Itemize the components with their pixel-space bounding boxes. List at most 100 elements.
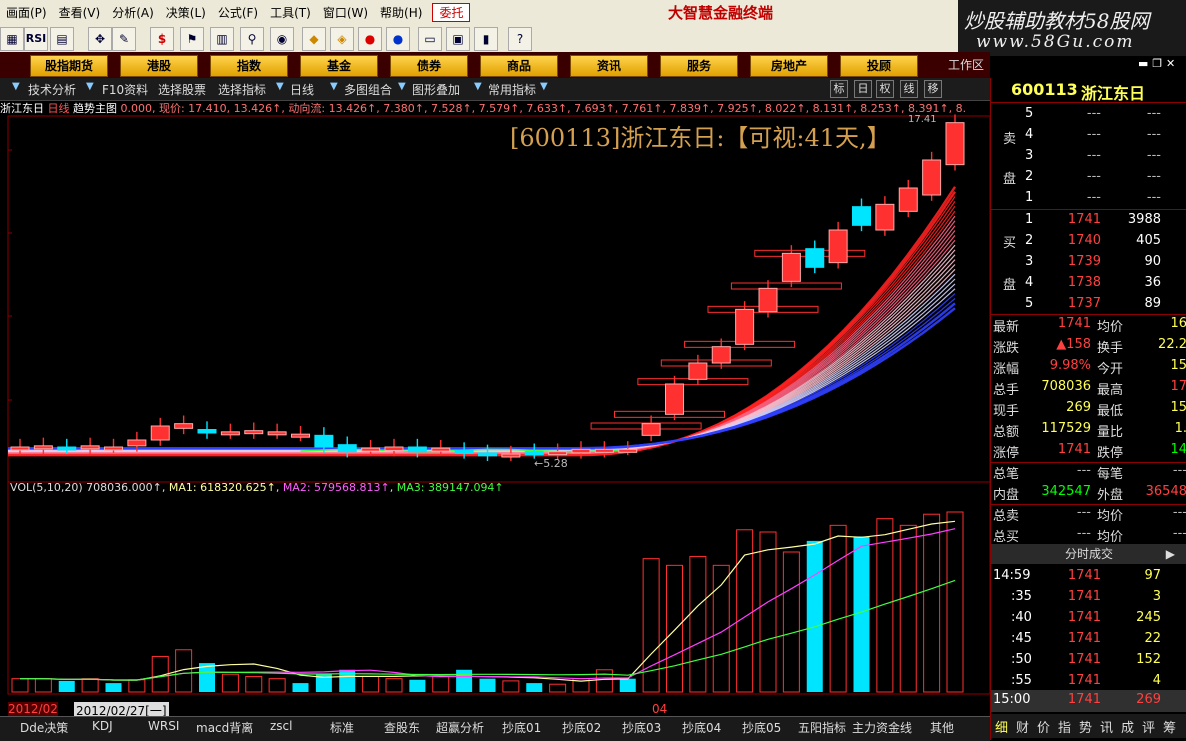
pen-icon[interactable]: ✎ — [112, 27, 136, 51]
menu-item-7[interactable]: 帮助(H) — [374, 4, 428, 21]
quote-tab-0[interactable]: 细 — [995, 717, 1008, 736]
category-button-2[interactable]: 指数 — [210, 55, 288, 77]
stat-value: 1741 — [1057, 442, 1091, 457]
dropdown-arrow-icon[interactable]: ▼ — [12, 81, 20, 92]
dropdown-arrow-icon[interactable]: ▼ — [86, 81, 94, 92]
calc-icon[interactable]: ▤ — [50, 27, 74, 51]
red-icon[interactable]: ● — [358, 27, 382, 51]
menu-item-5[interactable]: 工具(T) — [264, 4, 317, 21]
tick-volume: 4 — [1152, 673, 1161, 688]
menu-item-4[interactable]: 公式(F) — [212, 4, 264, 21]
quote-tab-3[interactable]: 指 — [1058, 717, 1071, 736]
tick-volume: 152 — [1136, 652, 1161, 667]
quote-tab-5[interactable]: 讯 — [1100, 717, 1113, 736]
menu-item-3[interactable]: 决策(L) — [160, 4, 212, 21]
candle-body — [337, 444, 357, 453]
subbar-item-0[interactable]: 技术分析 — [28, 81, 76, 98]
subbar-item-6[interactable]: 图形叠加 — [412, 81, 460, 98]
ma-line — [8, 210, 956, 455]
subbar-item-3[interactable]: 选择指标 — [218, 81, 266, 98]
menu-item-8[interactable]: 委托 — [432, 2, 471, 22]
category-button-1[interactable]: 港股 — [120, 55, 198, 77]
stamp-icon[interactable]: ▭ — [418, 27, 442, 51]
bulb-icon[interactable]: ◆ — [302, 27, 326, 51]
category-button-3[interactable]: 基金 — [300, 55, 378, 77]
quote-tab-8[interactable]: 筹 — [1163, 717, 1176, 736]
subbar-item-5[interactable]: 多图组合 — [344, 81, 392, 98]
candle-body — [758, 287, 778, 313]
indicator-tab-6[interactable]: 查股东 — [384, 719, 420, 736]
indicator-tab-5[interactable]: 标准 — [330, 719, 354, 736]
subbar-item-4[interactable]: 日线 — [290, 81, 314, 98]
indicator-tab-15[interactable]: 其他 — [930, 719, 954, 736]
kline-chart[interactable] — [0, 100, 990, 716]
menu-item-2[interactable]: 分析(A) — [106, 4, 160, 21]
candle-body — [898, 187, 918, 212]
minimize-icon[interactable]: ▬ — [1138, 57, 1148, 70]
close-icon[interactable]: ✕ — [1166, 57, 1175, 70]
flag-icon[interactable]: ⚑ — [180, 27, 204, 51]
dropdown-arrow-icon[interactable]: ▼ — [474, 81, 482, 92]
indicator-tab-2[interactable]: WRSI — [148, 719, 179, 733]
quote-tab-1[interactable]: 财 — [1016, 717, 1029, 736]
category-button-6[interactable]: 资讯 — [570, 55, 648, 77]
quote-tab-6[interactable]: 成 — [1121, 717, 1134, 736]
play-icon[interactable]: ▶ — [1166, 544, 1175, 564]
dropdown-arrow-icon[interactable]: ▼ — [398, 81, 406, 92]
category-button-5[interactable]: 商品 — [480, 55, 558, 77]
dropdown-arrow-icon[interactable]: ▼ — [330, 81, 338, 92]
indicator-tab-3[interactable]: macd背离 — [196, 719, 253, 736]
subbar-tag-0[interactable]: 标 — [830, 80, 848, 98]
subbar-tag-4[interactable]: 移 — [924, 80, 942, 98]
subbar-tag-3[interactable]: 线 — [900, 80, 918, 98]
indicator-tab-10[interactable]: 抄底03 — [622, 719, 661, 736]
restore-icon[interactable]: ❐ — [1152, 57, 1162, 70]
quote-tab-7[interactable]: 评 — [1142, 717, 1155, 736]
binoculars-icon[interactable]: ⚲ — [240, 27, 264, 51]
dollar-icon[interactable]: $ — [150, 27, 174, 51]
blue-icon[interactable]: ● — [386, 27, 410, 51]
indicator-tab-13[interactable]: 五阳指标 — [798, 719, 846, 736]
quote-tab-4[interactable]: 势 — [1079, 717, 1092, 736]
menu-item-6[interactable]: 窗口(W) — [317, 4, 374, 21]
ma-line — [8, 259, 956, 452]
dropdown-arrow-icon[interactable]: ▼ — [276, 81, 284, 92]
tick-time: 15:00 — [993, 692, 1031, 707]
ticks-header[interactable]: 分时成交 ▶ — [991, 544, 1186, 564]
category-button-8[interactable]: 房地产 — [750, 55, 828, 77]
indicator-tab-7[interactable]: 超赢分析 — [436, 719, 484, 736]
window-icon[interactable]: ▣ — [446, 27, 470, 51]
indicator-tab-0[interactable]: Dde决策 — [20, 719, 68, 736]
diamond-icon[interactable]: ◈ — [330, 27, 354, 51]
subbar-item-1[interactable]: F10资料 — [102, 81, 148, 98]
category-button-4[interactable]: 债券 — [390, 55, 468, 77]
subbar-item-7[interactable]: 常用指标 — [488, 81, 536, 98]
dropdown-arrow-icon[interactable]: ▼ — [540, 81, 548, 92]
globe-icon[interactable]: ◉ — [270, 27, 294, 51]
subbar-item-2[interactable]: 选择股票 — [158, 81, 206, 98]
menu-item-0[interactable]: 画面(P) — [0, 4, 53, 21]
indicator-tab-1[interactable]: KDJ — [92, 719, 113, 733]
category-button-9[interactable]: 投顾 — [840, 55, 918, 77]
candle-body — [10, 446, 30, 451]
move-icon[interactable]: ✥ — [88, 27, 112, 51]
indicator-tab-12[interactable]: 抄底05 — [742, 719, 781, 736]
quote-tab-2[interactable]: 价 — [1037, 717, 1050, 736]
indicator-tab-11[interactable]: 抄底04 — [682, 719, 721, 736]
workarea-label[interactable]: 工作区 — [948, 56, 984, 73]
indicator-tab-14[interactable]: 主力资金线 — [852, 719, 912, 736]
stack-icon[interactable]: ▥ — [210, 27, 234, 51]
indicator-tab-4[interactable]: zscl — [270, 719, 292, 733]
category-button-0[interactable]: 股指期货 — [30, 55, 108, 77]
chart-icon[interactable]: ▦ — [0, 27, 24, 51]
category-button-7[interactable]: 服务 — [660, 55, 738, 77]
menu-item-1[interactable]: 查看(V) — [53, 4, 107, 21]
indicator-tab-8[interactable]: 抄底01 — [502, 719, 541, 736]
subbar-tag-1[interactable]: 日 — [854, 80, 872, 98]
help-icon[interactable]: ? — [508, 27, 532, 51]
stat-value: --- — [1076, 463, 1091, 478]
bars-icon[interactable]: ▮ — [474, 27, 498, 51]
indicator-tab-9[interactable]: 抄底02 — [562, 719, 601, 736]
subbar-tag-2[interactable]: 权 — [876, 80, 894, 98]
rsi-icon[interactable]: RSI — [24, 27, 48, 51]
